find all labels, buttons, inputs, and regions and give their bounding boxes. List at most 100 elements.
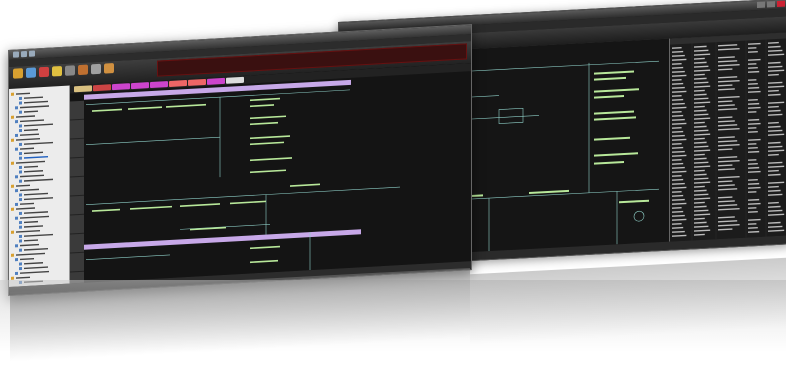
tree-item[interactable] xyxy=(16,252,45,256)
table-cell xyxy=(694,145,709,148)
tree-item[interactable] xyxy=(24,211,48,214)
tree-item[interactable] xyxy=(20,105,49,109)
table-cell xyxy=(768,205,781,208)
tree-item[interactable] xyxy=(24,178,53,182)
tree-item[interactable] xyxy=(16,207,35,210)
tree-item-icon xyxy=(11,92,14,96)
tree-item[interactable] xyxy=(20,119,44,123)
project-tree[interactable] xyxy=(9,85,70,287)
ribbon-button[interactable] xyxy=(26,67,36,78)
table-cell xyxy=(694,221,707,224)
tree-item[interactable] xyxy=(20,202,34,205)
table-cell xyxy=(672,150,685,153)
ribbon-button[interactable] xyxy=(52,65,62,77)
tree-item[interactable] xyxy=(20,147,34,150)
tree-item[interactable] xyxy=(24,197,53,201)
tree-item[interactable] xyxy=(16,230,40,233)
table-cell xyxy=(718,84,733,87)
save-icon[interactable] xyxy=(13,51,19,58)
table-cell xyxy=(672,62,682,65)
table-cell xyxy=(748,90,761,93)
minimize-icon[interactable] xyxy=(757,1,765,9)
table-cell xyxy=(672,118,685,121)
front-ladder-diagram[interactable] xyxy=(70,63,470,283)
tree-item[interactable] xyxy=(20,270,49,274)
table-cell xyxy=(718,104,735,107)
tree-item[interactable] xyxy=(24,128,38,132)
tree-item[interactable] xyxy=(24,151,43,155)
tree-item[interactable] xyxy=(16,160,45,164)
tree-item[interactable] xyxy=(24,192,48,196)
table-cell xyxy=(672,70,685,73)
tree-item[interactable] xyxy=(24,155,48,159)
ribbon-button[interactable] xyxy=(13,68,23,79)
tree-item[interactable] xyxy=(24,170,43,173)
tree-item[interactable] xyxy=(24,110,38,113)
table-cell xyxy=(718,184,735,187)
ribbon-button[interactable] xyxy=(104,63,114,74)
ribbon-button[interactable] xyxy=(65,65,75,76)
project-tree-items xyxy=(11,92,53,284)
tree-item[interactable] xyxy=(20,188,39,192)
tree-item[interactable] xyxy=(24,225,43,228)
tree-item[interactable] xyxy=(16,184,30,187)
table-cell xyxy=(694,109,707,112)
tree-item[interactable] xyxy=(24,123,53,127)
tree-item[interactable] xyxy=(24,141,53,145)
device-table[interactable] xyxy=(669,32,786,242)
table-cell xyxy=(694,129,709,132)
tree-item[interactable] xyxy=(20,215,49,219)
tree-item[interactable] xyxy=(24,233,53,237)
tree-item[interactable] xyxy=(16,138,40,141)
tree-item[interactable] xyxy=(20,243,39,247)
table-cell xyxy=(694,69,711,72)
tree-item-icon xyxy=(15,244,18,248)
tree-item[interactable] xyxy=(24,266,48,270)
table-cell xyxy=(718,188,738,191)
tree-item[interactable] xyxy=(24,220,38,224)
table-cell xyxy=(768,101,785,104)
table-cell xyxy=(768,45,781,48)
tree-item[interactable] xyxy=(24,96,43,99)
table-cell xyxy=(672,54,685,57)
tree-item-icon xyxy=(15,258,18,262)
tree-item[interactable] xyxy=(16,115,35,118)
tree-item[interactable] xyxy=(16,276,30,279)
table-cell xyxy=(748,178,758,181)
ribbon-button[interactable] xyxy=(39,66,49,78)
table-cell xyxy=(694,73,705,76)
table-cell xyxy=(694,205,707,208)
ribbon-button[interactable] xyxy=(78,64,88,76)
tree-item-icon xyxy=(19,193,22,197)
tree-item[interactable] xyxy=(20,133,39,136)
tree-item-icon xyxy=(19,142,22,146)
table-cell xyxy=(718,44,738,47)
tree-item-icon xyxy=(19,110,22,114)
tree-item[interactable] xyxy=(20,174,44,178)
tree-item[interactable] xyxy=(24,165,38,168)
ribbon-button[interactable] xyxy=(91,63,101,75)
tree-item-icon xyxy=(11,253,14,257)
redo-icon[interactable] xyxy=(29,50,35,57)
tree-item-icon xyxy=(19,129,22,133)
tree-item[interactable] xyxy=(24,100,48,104)
maximize-icon[interactable] xyxy=(767,1,775,8)
table-cell xyxy=(718,200,735,203)
tree-item-icon xyxy=(19,124,22,128)
tree-item-icon xyxy=(19,267,22,271)
tree-item[interactable] xyxy=(20,257,34,261)
table-cell xyxy=(672,74,687,77)
close-icon[interactable] xyxy=(777,0,785,7)
table-cell xyxy=(694,81,709,84)
table-cell xyxy=(768,105,779,108)
table-cell xyxy=(672,202,687,205)
undo-icon[interactable] xyxy=(21,50,27,58)
table-cell xyxy=(768,209,783,212)
table-cell xyxy=(672,50,684,53)
tree-item[interactable] xyxy=(24,247,48,251)
tree-item[interactable] xyxy=(24,239,38,242)
table-cell xyxy=(672,194,684,197)
tree-item[interactable] xyxy=(24,262,43,265)
table-cell xyxy=(718,140,738,143)
tree-item[interactable] xyxy=(16,92,30,95)
